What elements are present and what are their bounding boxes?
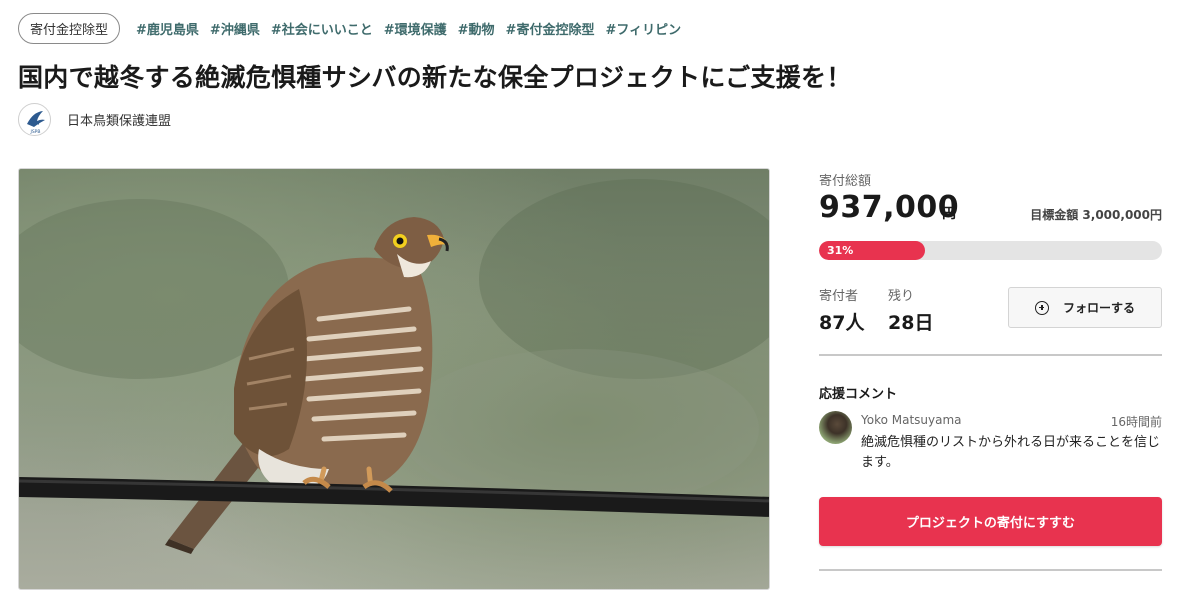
remaining-label: 残り	[888, 289, 915, 304]
goal-amount: 目標金額 3,000,000円	[1030, 208, 1162, 222]
raised-unit: 円	[942, 206, 956, 222]
comments-heading: 応援コメント	[819, 387, 898, 402]
progress-bar-fill: 31%	[819, 241, 926, 260]
hashtag-link[interactable]: #動物	[458, 19, 495, 38]
days-remaining: 残り 28日	[888, 285, 933, 335]
hashtag-link[interactable]: #フィリピン	[605, 19, 681, 38]
follow-button[interactable]: フォローする	[1008, 287, 1162, 328]
comment-text: 絶滅危惧種のリストから外れる日が来ることを信じます。	[861, 435, 1161, 470]
avatar[interactable]	[819, 411, 852, 444]
donation-type-tag[interactable]: 寄付金控除型	[18, 13, 121, 44]
raised-amount-row: 937,000 円 目標金額 3,000,000円	[819, 190, 1162, 226]
hashtag-link[interactable]: #環境保護	[384, 19, 447, 38]
hashtag-link[interactable]: #社会にいいこと	[271, 19, 373, 38]
organization-logo: JSPB	[18, 103, 51, 136]
remaining-value: 28日	[888, 312, 934, 334]
donor-count: 寄付者 87人	[819, 285, 864, 335]
page-title: 国内で越冬する絶滅危惧種サシバの新たな保全プロジェクトにご支援を！	[18, 63, 852, 92]
follow-label: フォローする	[1062, 301, 1135, 315]
section-divider	[819, 569, 1162, 571]
progress-bar: 31%	[819, 241, 1162, 260]
organization-link[interactable]: JSPB 日本鳥類保護連盟	[18, 103, 171, 136]
hashtag-link[interactable]: #寄付金控除型	[506, 19, 595, 38]
project-main-image	[18, 168, 770, 590]
raised-label: 寄付総額	[819, 174, 872, 189]
hawk-photo-icon	[19, 179, 769, 554]
raised-amount: 937,000	[819, 190, 960, 225]
organization-name[interactable]: 日本鳥類保護連盟	[67, 110, 171, 129]
progress-label: 31%	[827, 244, 854, 257]
donors-value: 87人	[819, 312, 865, 334]
hashtag-link[interactable]: #沖縄県	[210, 19, 260, 38]
plus-circle-icon	[1034, 300, 1049, 315]
tag-bar: 寄付金控除型 #鹿児島県 #沖縄県 #社会にいいこと #環境保護 #動物 #寄付…	[18, 13, 692, 44]
comment-author[interactable]: Yoko Matsuyama	[861, 413, 962, 427]
section-divider	[819, 354, 1162, 356]
organization-logo-text: JSPB	[30, 129, 41, 135]
donate-button[interactable]: プロジェクトの寄付にすすむ	[819, 497, 1162, 546]
donors-label: 寄付者	[819, 289, 859, 304]
hashtag-link[interactable]: #鹿児島県	[136, 19, 199, 38]
comment-time: 16時間前	[1110, 415, 1162, 429]
